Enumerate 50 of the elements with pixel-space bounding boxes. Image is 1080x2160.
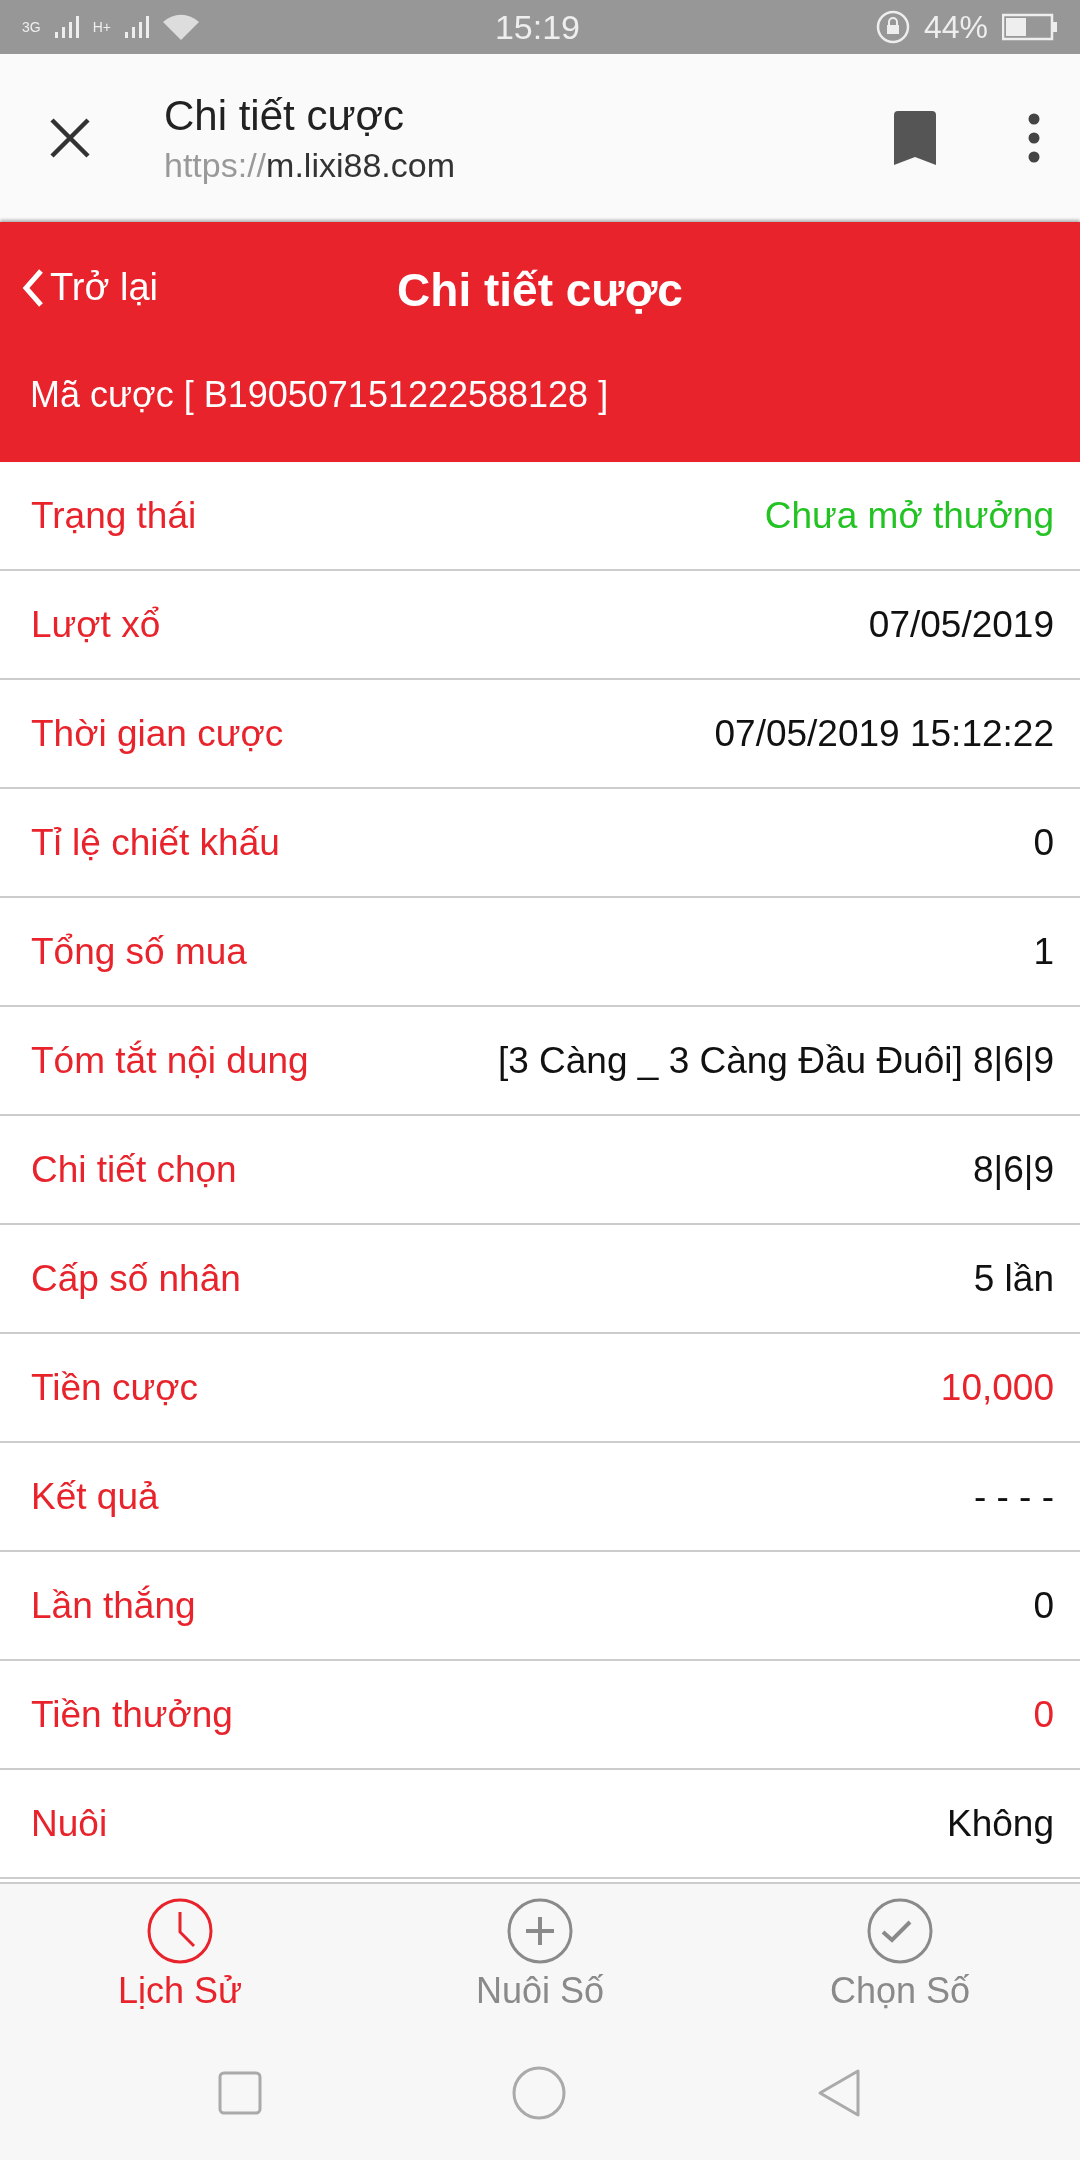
row-label: Kết quả bbox=[31, 1475, 159, 1518]
row-label: Tóm tắt nội dung bbox=[31, 1039, 309, 1082]
row-value: Không bbox=[947, 1802, 1054, 1845]
row-value: 5 lần bbox=[973, 1257, 1054, 1300]
row-value: [3 Càng _ 3 Càng Đầu Đuôi] 8|6|9 bbox=[497, 1039, 1054, 1082]
row-value: 8|6|9 bbox=[973, 1148, 1054, 1191]
bookmark-icon[interactable] bbox=[894, 111, 936, 165]
rotation-lock-icon bbox=[875, 10, 910, 44]
row-value: 07/05/2019 bbox=[868, 603, 1054, 646]
clock-icon bbox=[147, 1898, 213, 1964]
nav-tab[interactable]: Chọn Số bbox=[720, 1884, 1080, 2026]
bet-code: Mã cược [ B190507151222588128 ] bbox=[29, 373, 610, 416]
battery-percent: 44% bbox=[923, 8, 988, 46]
page-title: Chi tiết cược bbox=[164, 91, 406, 140]
row-value: Chưa mở thưởng bbox=[764, 494, 1054, 537]
row-label: Tiền cược bbox=[31, 1366, 198, 1409]
signal-icon bbox=[125, 16, 149, 38]
network-label: H+ bbox=[92, 19, 111, 35]
battery-icon bbox=[1002, 13, 1058, 41]
header-title: Chi tiết cược bbox=[397, 263, 683, 317]
signal-icon bbox=[54, 16, 79, 38]
row-value: 0 bbox=[1033, 1584, 1054, 1627]
row-value: 0 bbox=[1033, 1693, 1054, 1736]
row-label: Lượt xổ bbox=[31, 603, 161, 646]
row-value: 07/05/2019 15:12:22 bbox=[714, 712, 1054, 755]
nav-tab[interactable]: Lịch Sử bbox=[0, 1884, 360, 2026]
page-url: https://m.lixi88.com bbox=[164, 145, 456, 185]
close-icon[interactable] bbox=[48, 116, 92, 160]
row-label: Trạng thái bbox=[31, 494, 197, 537]
nav-tab[interactable]: Nuôi Số bbox=[360, 1884, 720, 2026]
row-value: 1 bbox=[1033, 930, 1054, 973]
row-label: Tổng số mua bbox=[31, 930, 247, 973]
row-label: Tỉ lệ chiết khấu bbox=[31, 821, 280, 864]
row-label: Tiền thưởng bbox=[31, 1693, 233, 1736]
row-label: Thời gian cược bbox=[31, 712, 284, 755]
wifi-icon bbox=[163, 14, 199, 40]
row-value: 10,000 bbox=[940, 1366, 1054, 1409]
row-label: Lần thắng bbox=[31, 1584, 196, 1627]
plus-icon bbox=[507, 1898, 573, 1964]
back-link[interactable]: Trở lại bbox=[22, 266, 158, 309]
chevron-left-icon bbox=[22, 267, 44, 308]
more-icon[interactable] bbox=[1028, 113, 1040, 163]
row-label: Cấp số nhân bbox=[31, 1257, 241, 1300]
checkmark-icon bbox=[867, 1898, 933, 1964]
row-label: Nuôi bbox=[31, 1802, 108, 1845]
clock-time: 15:19 bbox=[493, 7, 581, 47]
network-label: 3G bbox=[22, 19, 41, 35]
row-value: 0 bbox=[1033, 821, 1054, 864]
row-value: - - - - bbox=[973, 1475, 1054, 1518]
row-label: Chi tiết chọn bbox=[31, 1148, 237, 1191]
